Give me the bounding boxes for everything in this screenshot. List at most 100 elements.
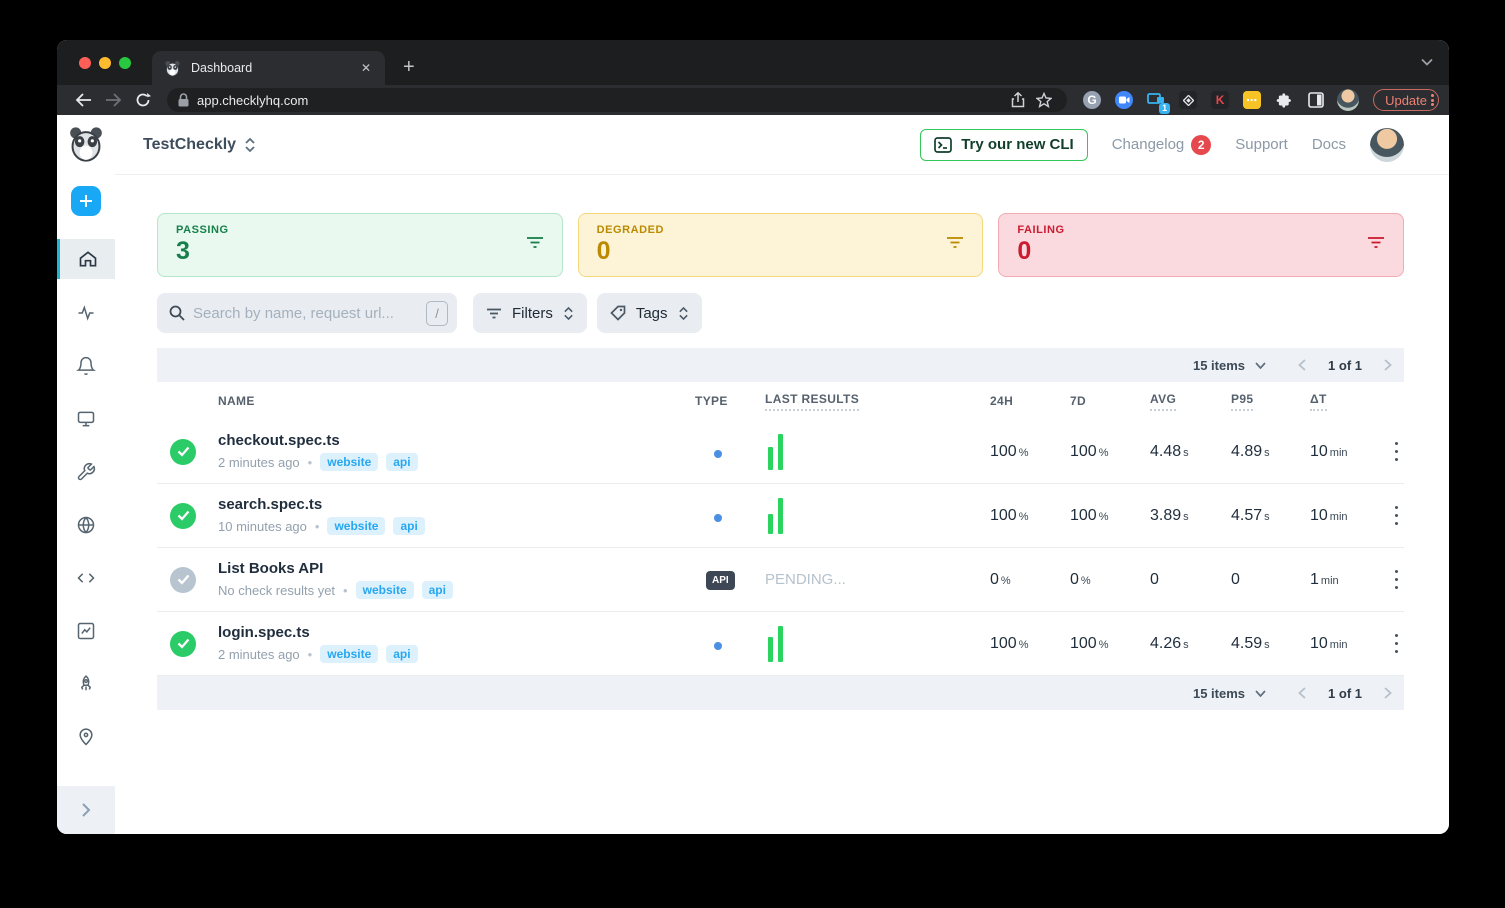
check-name[interactable]: login.spec.ts xyxy=(218,624,695,641)
prev-page-icon[interactable] xyxy=(1298,359,1306,371)
table-row[interactable]: search.spec.ts 10 minutes ago website ap… xyxy=(157,484,1404,548)
screen-recorder-extension-icon[interactable]: 1 xyxy=(1143,88,1169,112)
filters-button[interactable]: Filters xyxy=(473,293,587,333)
docs-link[interactable]: Docs xyxy=(1312,136,1346,153)
column-dt[interactable]: ΔT xyxy=(1310,392,1389,411)
sidebar-item-private-locations[interactable] xyxy=(57,505,115,545)
grammarly-extension-icon[interactable]: G xyxy=(1079,88,1105,112)
sidebar-item-analytics[interactable] xyxy=(57,611,115,651)
zoom-window-button[interactable] xyxy=(119,57,131,69)
stack-extension-icon[interactable] xyxy=(1175,88,1201,112)
monitor-icon xyxy=(76,409,96,429)
tab-search-chevron-icon[interactable] xyxy=(1421,58,1433,66)
search-box[interactable]: / xyxy=(157,293,457,333)
column-24h[interactable]: 24H xyxy=(990,394,1070,408)
check-name[interactable]: search.spec.ts xyxy=(218,496,695,513)
column-type[interactable]: TYPE xyxy=(695,394,765,408)
search-input[interactable] xyxy=(193,305,418,322)
next-page-icon[interactable] xyxy=(1384,687,1392,699)
update-button[interactable]: Update xyxy=(1373,89,1439,111)
table-row[interactable]: List Books API No check results yet webs… xyxy=(157,548,1404,612)
check-name[interactable]: List Books API xyxy=(218,560,695,577)
changelog-link[interactable]: Changelog 2 xyxy=(1112,135,1212,155)
new-tab-button[interactable]: + xyxy=(397,56,421,79)
browser-profile-avatar[interactable] xyxy=(1335,88,1361,112)
workspace-selector[interactable]: TestCheckly xyxy=(143,136,256,154)
tag-website[interactable]: website xyxy=(356,581,414,599)
column-7d[interactable]: 7D xyxy=(1070,394,1150,408)
sidebar-expand-button[interactable] xyxy=(57,786,115,834)
next-page-icon[interactable] xyxy=(1384,359,1392,371)
user-avatar[interactable] xyxy=(1370,128,1404,162)
support-link[interactable]: Support xyxy=(1235,136,1288,153)
status-pending-icon xyxy=(170,567,196,593)
failing-card[interactable]: FAILING 0 xyxy=(998,213,1404,277)
back-button[interactable] xyxy=(71,88,95,112)
row-menu-icon[interactable] xyxy=(1389,568,1404,592)
last-results-bars[interactable] xyxy=(765,498,990,534)
row-menu-icon[interactable] xyxy=(1389,504,1404,528)
passing-card[interactable]: PASSING 3 xyxy=(157,213,563,277)
column-avg[interactable]: AVG xyxy=(1150,392,1231,411)
sidebar-item-activity[interactable] xyxy=(57,293,115,333)
browser-toolbar: app.checklyhq.com G 1 K ⋯ Upda xyxy=(57,85,1449,115)
row-menu-icon[interactable] xyxy=(1389,632,1404,656)
filter-icon[interactable] xyxy=(526,236,544,248)
last-results-bars[interactable] xyxy=(765,434,990,470)
location-pin-icon xyxy=(76,727,96,747)
tag-api[interactable]: api xyxy=(386,453,417,471)
zoom-extension-icon[interactable] xyxy=(1111,88,1137,112)
column-name[interactable]: NAME xyxy=(201,394,695,408)
close-window-button[interactable] xyxy=(79,57,91,69)
last-results-bars[interactable] xyxy=(765,626,990,662)
column-last-results[interactable]: LAST RESULTS xyxy=(765,392,990,411)
sort-chevrons-icon xyxy=(563,306,574,321)
filter-icon[interactable] xyxy=(946,236,964,248)
degraded-card[interactable]: DEGRADED 0 xyxy=(578,213,984,277)
notes-extension-icon[interactable]: ⋯ xyxy=(1239,88,1265,112)
share-icon[interactable] xyxy=(1005,88,1031,112)
sidebar-item-launches[interactable] xyxy=(57,664,115,704)
tags-button[interactable]: Tags xyxy=(597,293,702,333)
try-cli-button[interactable]: Try our new CLI xyxy=(920,129,1088,161)
tab-close-icon[interactable]: ✕ xyxy=(357,59,375,77)
prev-page-icon[interactable] xyxy=(1298,687,1306,699)
extensions-puzzle-icon[interactable] xyxy=(1271,88,1297,112)
tag-website[interactable]: website xyxy=(327,517,385,535)
table-row[interactable]: checkout.spec.ts 2 minutes ago website a… xyxy=(157,420,1404,484)
table-row[interactable]: login.spec.ts 2 minutes ago website api … xyxy=(157,612,1404,676)
sidebar-item-maintenance[interactable] xyxy=(57,452,115,492)
success-24h: 100% xyxy=(990,443,1070,461)
checkly-logo[interactable] xyxy=(67,125,105,163)
forward-button[interactable] xyxy=(101,88,125,112)
sidebar-item-alerts[interactable] xyxy=(57,346,115,386)
sidebar-item-dashboards[interactable] xyxy=(57,399,115,439)
tag-website[interactable]: website xyxy=(320,645,378,663)
tag-api[interactable]: api xyxy=(422,581,453,599)
tag-api[interactable]: api xyxy=(386,645,417,663)
keeper-extension-icon[interactable]: K xyxy=(1207,88,1233,112)
update-menu-icon[interactable] xyxy=(1431,93,1434,108)
minimize-window-button[interactable] xyxy=(99,57,111,69)
sidebar-item-snippets[interactable] xyxy=(57,558,115,598)
reload-button[interactable] xyxy=(131,88,155,112)
column-p95[interactable]: P95 xyxy=(1231,392,1310,411)
tag-website[interactable]: website xyxy=(320,453,378,471)
wrench-icon xyxy=(76,462,96,482)
items-per-page-select[interactable]: 15 items xyxy=(1193,358,1266,373)
check-name[interactable]: checkout.spec.ts xyxy=(218,432,695,449)
status-passing-icon xyxy=(170,631,196,657)
items-per-page-select[interactable]: 15 items xyxy=(1193,686,1266,701)
sidebar-item-locations[interactable] xyxy=(57,717,115,757)
bookmark-star-icon[interactable] xyxy=(1031,88,1057,112)
create-check-button[interactable] xyxy=(71,186,101,216)
filter-bar: / Filters Tags xyxy=(157,293,1404,333)
browser-tab-dashboard[interactable]: Dashboard ✕ xyxy=(152,51,385,85)
sidebar-item-home[interactable] xyxy=(57,239,115,279)
tag-api[interactable]: api xyxy=(393,517,424,535)
check-interval: 1min xyxy=(1310,571,1389,589)
address-bar[interactable]: app.checklyhq.com xyxy=(167,88,1067,112)
filter-icon[interactable] xyxy=(1367,236,1385,248)
side-panel-icon[interactable] xyxy=(1303,88,1329,112)
row-menu-icon[interactable] xyxy=(1389,440,1404,464)
